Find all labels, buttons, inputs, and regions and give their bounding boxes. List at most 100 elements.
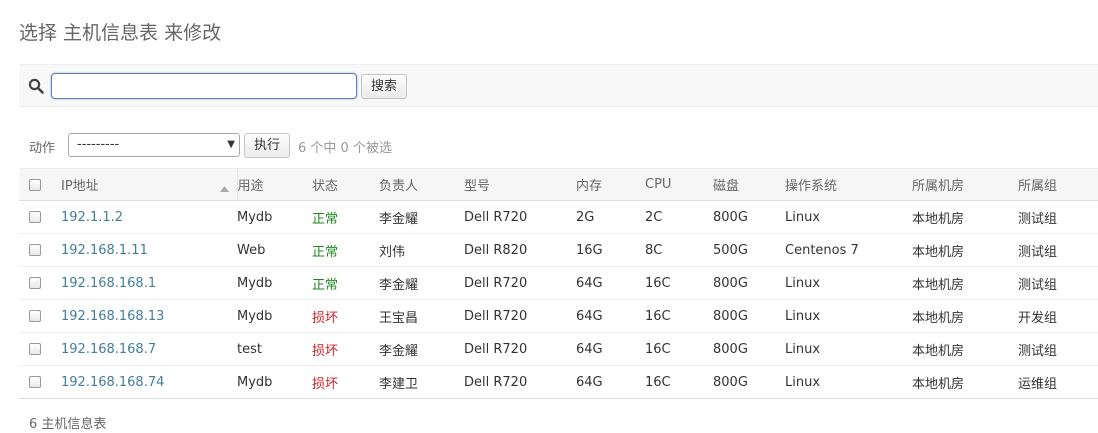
model-cell: Dell R820 — [464, 242, 528, 258]
disk-cell: 800G — [713, 209, 748, 225]
table-row: 192.1.1.2 Mydb 正常 李金耀 Dell R720 2G 2C 800G Linux… — [19, 201, 1098, 234]
disk-cell: 800G — [713, 275, 748, 291]
ip-link[interactable]: 192.1.1.2 — [61, 210, 123, 225]
row-checkbox[interactable] — [29, 343, 41, 355]
row-checkbox[interactable] — [29, 277, 41, 289]
actions-label: 动作 — [29, 141, 56, 156]
owner-cell: 李金耀 — [379, 211, 419, 227]
room-cell: 本地机房 — [912, 244, 965, 260]
owner-cell: 李建卫 — [379, 376, 419, 392]
row-checkbox-cell — [19, 234, 56, 267]
ip-cell: 192.168.1.11 — [56, 234, 237, 267]
os-cell: Centenos 7 — [785, 242, 859, 258]
disk-cell: 800G — [713, 374, 748, 390]
disk-cell: 800G — [713, 341, 748, 357]
ip-link[interactable]: 192.168.168.74 — [61, 375, 164, 390]
search-input[interactable] — [51, 73, 357, 99]
memory-cell: 2G — [576, 209, 595, 225]
room-cell: 本地机房 — [912, 310, 965, 326]
column-header-group[interactable]: 所属组 — [1018, 169, 1098, 201]
column-header-ip-label: IP地址 — [61, 179, 99, 194]
model-cell: Dell R720 — [464, 341, 528, 357]
row-checkbox[interactable] — [29, 244, 41, 256]
disk-cell: 500G — [713, 242, 748, 258]
group-cell: 测试组 — [1018, 211, 1058, 227]
run-action-button[interactable]: 执行 — [244, 133, 291, 158]
column-header-ip[interactable]: IP地址 — [56, 168, 238, 201]
column-header-cpu[interactable]: CPU — [645, 169, 713, 201]
status-cell: 正常 — [312, 211, 339, 227]
usage-cell: Mydb — [237, 209, 273, 225]
owner-cell: 刘伟 — [379, 244, 406, 260]
table-body: 192.1.1.2 Mydb 正常 李金耀 Dell R720 2G 2C 800G Linux… — [19, 201, 1098, 399]
os-cell: Linux — [785, 275, 821, 291]
ip-link[interactable]: 192.168.168.7 — [61, 342, 156, 357]
column-header-model[interactable]: 型号 — [464, 169, 576, 201]
search-button[interactable]: 搜索 — [361, 74, 408, 99]
search-toolbar: 搜索 — [19, 64, 1098, 107]
ip-link[interactable]: 192.168.1.11 — [61, 243, 148, 258]
model-cell: Dell R720 — [464, 374, 528, 390]
usage-cell: test — [237, 341, 262, 357]
column-header-usage[interactable]: 用途 — [237, 169, 312, 201]
column-header-disk[interactable]: 磁盘 — [713, 169, 785, 201]
model-cell: Dell R720 — [464, 275, 528, 291]
table-row: 192.168.168.74 Mydb 损坏 李建卫 Dell R720 64G 16C 80… — [19, 366, 1098, 399]
cpu-cell: 16C — [645, 341, 671, 357]
room-cell: 本地机房 — [912, 376, 965, 392]
sort-asc-icon[interactable] — [219, 181, 229, 196]
usage-cell: Mydb — [237, 275, 273, 291]
cpu-cell: 8C — [645, 242, 663, 258]
usage-cell: Web — [237, 242, 266, 258]
table-header-row: IP地址 用途 状态 负责人 型号 内存 CPU 磁盘 操作系统 所属机房 所属… — [19, 168, 1098, 201]
memory-cell: 16G — [576, 242, 603, 258]
room-cell: 本地机房 — [912, 211, 965, 227]
group-cell: 运维组 — [1018, 376, 1058, 392]
model-cell: Dell R720 — [464, 308, 528, 324]
select-all-checkbox[interactable] — [29, 178, 41, 191]
row-checkbox[interactable] — [29, 310, 41, 322]
chevron-down-icon: ▼ — [227, 139, 235, 150]
status-cell: 损坏 — [312, 310, 339, 326]
os-cell: Linux — [785, 374, 821, 390]
ip-cell: 192.168.168.1 — [56, 267, 237, 300]
result-count: 6 主机信息表 — [29, 417, 107, 432]
os-cell: Linux — [785, 209, 821, 225]
table-row: 192.168.1.11 Web 正常 刘伟 Dell R820 16G 8C 500G Cen… — [19, 234, 1098, 267]
column-header-owner[interactable]: 负责人 — [379, 169, 464, 201]
usage-cell: Mydb — [237, 308, 273, 324]
column-header-os[interactable]: 操作系统 — [785, 169, 912, 201]
ip-link[interactable]: 192.168.168.13 — [61, 309, 164, 324]
row-checkbox-cell — [19, 267, 56, 300]
selection-counter: 6 个中 0 个被选 — [298, 141, 392, 156]
page-title: 选择 主机信息表 来修改 — [19, 22, 222, 44]
status-cell: 正常 — [312, 244, 339, 260]
status-cell: 损坏 — [312, 376, 339, 392]
column-header-memory[interactable]: 内存 — [576, 169, 645, 201]
table-row: 192.168.168.1 Mydb 正常 李金耀 Dell R720 64G 16C 800… — [19, 267, 1098, 300]
table-row: 192.168.168.13 Mydb 损坏 王宝昌 Dell R720 64G 16C 80… — [19, 300, 1098, 333]
select-all-checkbox-cell — [19, 169, 56, 201]
group-cell: 测试组 — [1018, 277, 1058, 293]
group-cell: 测试组 — [1018, 244, 1058, 260]
owner-cell: 李金耀 — [379, 343, 419, 359]
cpu-cell: 16C — [645, 374, 671, 390]
table-row: 192.168.168.7 test 损坏 李金耀 Dell R720 64G 16C 800… — [19, 333, 1098, 366]
ip-cell: 192.1.1.2 — [56, 201, 237, 234]
row-checkbox-cell — [19, 366, 56, 399]
status-cell: 损坏 — [312, 343, 339, 359]
column-header-room[interactable]: 所属机房 — [912, 169, 1018, 201]
owner-cell: 李金耀 — [379, 277, 419, 293]
action-select-value: --------- — [77, 137, 120, 152]
action-select[interactable]: --------- ▼ — [68, 133, 240, 157]
group-cell: 测试组 — [1018, 343, 1058, 359]
row-checkbox[interactable] — [29, 376, 41, 388]
row-checkbox-cell — [19, 201, 56, 234]
owner-cell: 王宝昌 — [379, 310, 419, 326]
ip-link[interactable]: 192.168.168.1 — [61, 276, 156, 291]
row-checkbox[interactable] — [29, 211, 41, 223]
memory-cell: 64G — [576, 275, 603, 291]
memory-cell: 64G — [576, 341, 603, 357]
column-header-status[interactable]: 状态 — [312, 169, 379, 201]
room-cell: 本地机房 — [912, 277, 965, 293]
